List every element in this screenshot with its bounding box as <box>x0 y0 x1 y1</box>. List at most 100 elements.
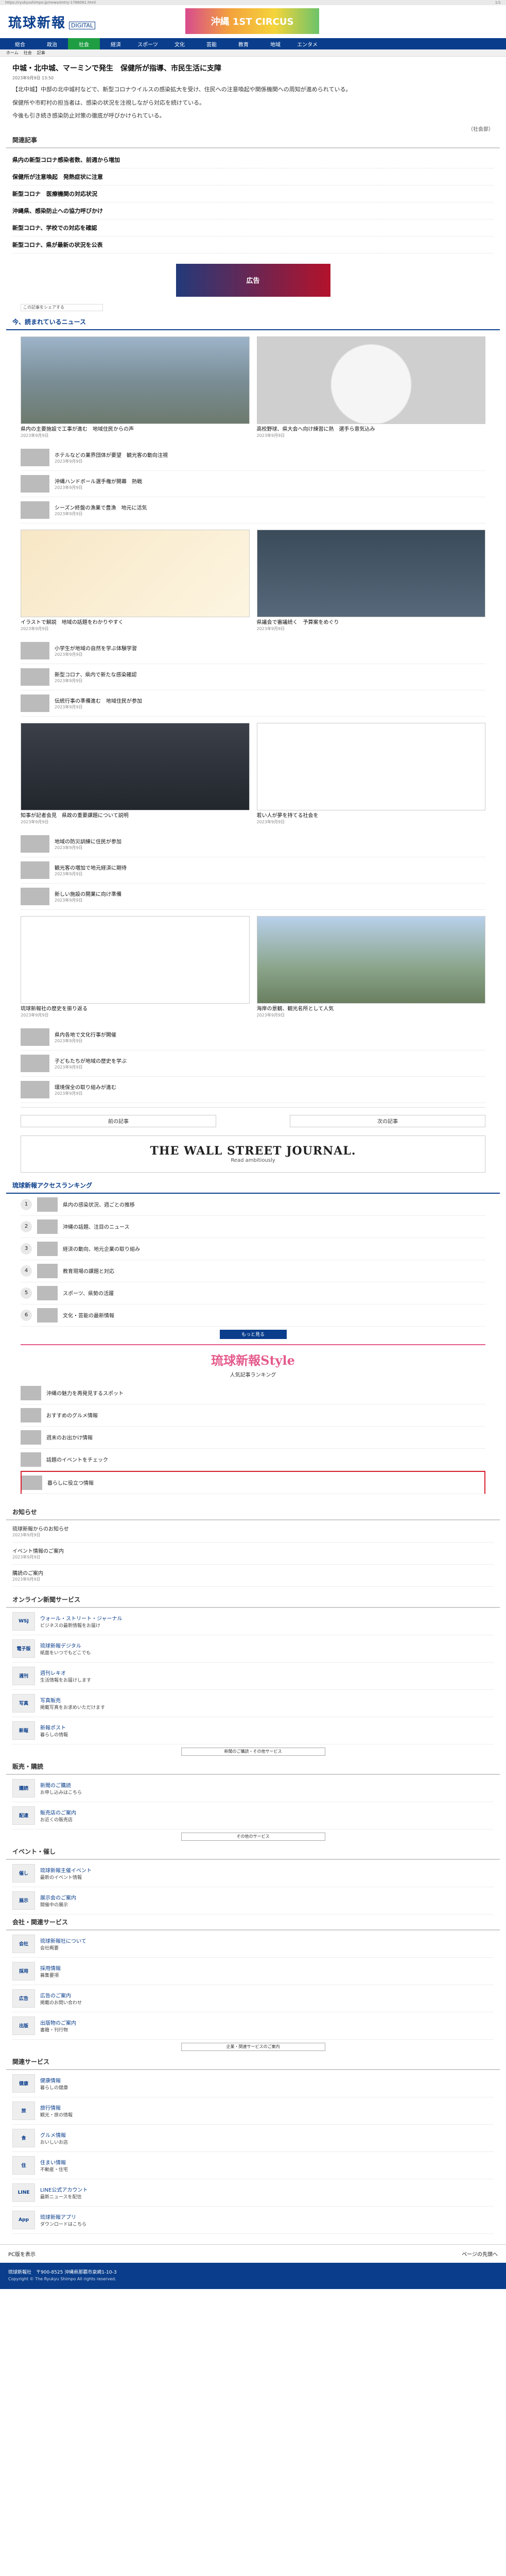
category-button[interactable]: その他のサービス <box>181 1832 325 1841</box>
news-card[interactable]: 県議会で審議続く 予算案をめぐり 2023年9月9日 <box>256 529 485 632</box>
service-item[interactable]: WSJ ウォール・ストリート・ジャーナル ビジネスの最新情報をお届け <box>12 1608 494 1635</box>
service-item[interactable]: 電子版 琉球新報デジタル 紙面をいつでもどこでも <box>12 1635 494 1663</box>
list-item[interactable]: 環境保全の取り組みが進む 2023年9月9日 <box>21 1077 485 1103</box>
wsj-banner[interactable]: THE WALL STREET JOURNAL. Read ambitiousl… <box>21 1135 485 1173</box>
style-item[interactable]: 話題のイベントをチェック <box>21 1449 485 1471</box>
list-date: 2023年9月9日 <box>55 845 83 850</box>
news-card[interactable]: 高校野球、県大会へ向け練習に熱 選手ら意気込み 2023年9月9日 <box>256 336 485 438</box>
site-header: 琉球新報 DIGITAL 沖縄 1ST CIRCUS <box>0 5 506 38</box>
list-item[interactable]: 新しい施設の開業に向け準備 2023年9月9日 <box>21 884 485 910</box>
card-grid: 知事が記者会見 県政の重要課題について説明 2023年9月9日 若い人が夢を持てる社… <box>0 717 506 831</box>
list-item[interactable]: 子どもたちが地域の歴史を学ぶ 2023年9月9日 <box>21 1050 485 1077</box>
list-item[interactable]: 地域の防災訓練に住民が参加 2023年9月9日 <box>21 831 485 857</box>
service-item[interactable]: 旅旅行情報 観光・旅の情報 <box>12 2097 494 2125</box>
prev-article-button[interactable]: 前の記事 <box>21 1114 216 1127</box>
related-link[interactable]: 沖縄県、感染防止への協力呼びかけ <box>12 202 494 219</box>
rank-number: 1 <box>21 1198 32 1210</box>
service-item[interactable]: 配達 販売店のご案内 お近くの販売店 <box>12 1802 494 1829</box>
service-title: 出版物のご案内 <box>40 2020 76 2026</box>
service-logo: 食 <box>12 2128 35 2147</box>
category-button[interactable]: 企業・関連サービスのご案内 <box>181 2042 325 2051</box>
service-item[interactable]: 広告 広告のご案内 掲載のお問い合わせ <box>12 1985 494 2012</box>
notice-item[interactable]: 購読のご案内 2023年9月9日 <box>12 1565 494 1587</box>
style-logo[interactable]: 琉球新報Style <box>21 1350 485 1368</box>
service-item[interactable]: 会社 琉球新報社について 会社概要 <box>12 1930 494 1958</box>
nav-item[interactable]: 政治 <box>36 38 68 49</box>
list-item[interactable]: 小学生が地域の自然を学ぶ体験学習 2023年9月9日 <box>21 638 485 664</box>
breadcrumb-item[interactable]: 記事 <box>37 50 45 56</box>
nav-item[interactable]: 経済 <box>100 38 132 49</box>
service-item[interactable]: 新報 新報ポスト 暮らしの情報 <box>12 1717 494 1744</box>
related-link[interactable]: 県内の新型コロナ感染者数、前週から増加 <box>12 151 494 168</box>
pc-view-link[interactable]: PC版を表示 <box>8 2250 36 2258</box>
service-item[interactable]: 食グルメ情報 おいしいお店 <box>12 2125 494 2152</box>
ranking-item[interactable]: 3 経済の動向、地元企業の取り組み <box>21 1238 485 1260</box>
service-item[interactable]: 住住まい情報 不動産・住宅 <box>12 2152 494 2179</box>
service-item[interactable]: 写真 写真販売 掲載写真をお求めいただけます <box>12 1690 494 1717</box>
list-title: 地域の防災訓練に住民が参加 <box>55 839 121 845</box>
ranking-item[interactable]: 2 沖縄の話題、注目のニュース <box>21 1216 485 1238</box>
related-link[interactable]: 新型コロナ、県が最新の状況を公表 <box>12 236 494 253</box>
service-item[interactable]: 採用 採用情報 募集要項 <box>12 1958 494 1985</box>
breadcrumb-item[interactable]: 社会 <box>24 50 32 56</box>
related-link[interactable]: 新型コロナ 医療機関の対応状況 <box>12 185 494 202</box>
service-item[interactable]: 購読 新聞のご購読 お申し込みはこちら <box>12 1775 494 1802</box>
more-button[interactable]: もっと見る <box>219 1329 287 1339</box>
list-item[interactable]: シーズン終盤の漁業で豊漁 地元に活気 2023年9月9日 <box>21 497 485 523</box>
service-item[interactable]: 健康 健康情報 暮らしの健康 <box>12 2070 494 2097</box>
news-card[interactable]: イラストで解説 地域の話題をわかりやすく 2023年9月9日 <box>21 529 250 632</box>
nav-item[interactable]: 芸能 <box>196 38 228 49</box>
service-item[interactable]: 展示 展示会のご案内 開催中の展示 <box>12 1887 494 1914</box>
list-date: 2023年9月9日 <box>55 652 83 657</box>
service-item[interactable]: 出版 出版物のご案内 書籍・刊行物 <box>12 2012 494 2040</box>
related-link[interactable]: 新型コロナ、学校での対応を確認 <box>12 219 494 236</box>
nav-item[interactable]: エンタメ <box>291 38 323 49</box>
related-link[interactable]: 保健所が注意喚起 発熱症状に注意 <box>12 168 494 185</box>
nav-item[interactable]: 教育 <box>228 38 259 49</box>
ranking-item[interactable]: 4 教育現場の課題と対応 <box>21 1260 485 1282</box>
style-item[interactable]: 暮らしに役立つ情報 <box>21 1470 485 1494</box>
news-card[interactable]: 琉球新報社の歴史を振り返る 2023年9月9日 <box>21 916 250 1018</box>
list-item[interactable]: 県内各地で文化行事が開催 2023年9月9日 <box>21 1024 485 1050</box>
service-item[interactable]: 週刊 週刊レキオ 生活情報をお届けします <box>12 1663 494 1690</box>
nav-item[interactable]: 文化 <box>164 38 196 49</box>
banner-ad[interactable]: 広告 <box>176 263 330 297</box>
service-item[interactable]: LINE LINE公式アカウント 最新ニュースを配信 <box>12 2179 494 2207</box>
style-item[interactable]: 沖縄の魅力を再発見するスポット <box>21 1382 485 1404</box>
related-title: 関連記事 <box>6 132 500 148</box>
nav-item[interactable]: 総合 <box>4 38 36 49</box>
news-card[interactable]: 県内の主要施設で工事が進む 地域住民からの声 2023年9月9日 <box>21 336 250 438</box>
notice-item[interactable]: イベント情報のご案内 2023年9月9日 <box>12 1543 494 1565</box>
list-item[interactable]: 伝統行事の準備進む 地域住民が参加 2023年9月9日 <box>21 690 485 717</box>
share-box[interactable]: この記事をシェアする <box>21 303 103 311</box>
news-card[interactable]: 海岸の景観、観光名所として人気 2023年9月9日 <box>256 916 485 1018</box>
service-item[interactable]: App 琉球新報アプリ ダウンロードはこちら <box>12 2207 494 2234</box>
list-item[interactable]: ホテルなどの業界団体が要望 観光客の動向注視 2023年9月9日 <box>21 445 485 471</box>
news-card[interactable]: 若い人が夢を持てる社会を 2023年9月9日 <box>256 722 485 825</box>
next-article-button[interactable]: 次の記事 <box>290 1114 485 1127</box>
style-item[interactable]: 週末のお出かけ情報 <box>21 1427 485 1449</box>
nav-item[interactable]: スポーツ <box>132 38 164 49</box>
site-logo[interactable]: 琉球新報 DIGITAL <box>8 12 96 31</box>
list-item[interactable]: 沖縄ハンドボール選手権が開幕 熱戦 2023年9月9日 <box>21 471 485 497</box>
header-ad-banner[interactable]: 沖縄 1ST CIRCUS <box>185 8 319 34</box>
ranking-item[interactable]: 1 県内の感染状況、週ごとの推移 <box>21 1194 485 1216</box>
ranking-item[interactable]: 6 文化・芸能の最新情報 <box>21 1304 485 1327</box>
ranking-item[interactable]: 5 スポーツ、県勢の活躍 <box>21 1282 485 1304</box>
breadcrumb-item[interactable]: ホーム <box>6 50 19 56</box>
notice-item[interactable]: 琉球新報からのお知らせ 2023年9月9日 <box>12 1520 494 1543</box>
card-grid: 県内の主要施設で工事が進む 地域住民からの声 2023年9月9日 高校野球、県大会へ… <box>0 330 506 445</box>
page-top-link[interactable]: ページの先頭へ <box>462 2250 498 2258</box>
ranking-title: スポーツ、県勢の活躍 <box>63 1291 114 1297</box>
list-item[interactable]: 観光客の増加で地元経済に期待 2023年9月9日 <box>21 857 485 884</box>
service-title: グルメ情報 <box>40 2132 66 2139</box>
online-title: オンライン新聞サービス <box>6 1592 500 1608</box>
category-button[interactable]: 新聞のご購読・その他サービス <box>181 1747 325 1756</box>
list-item[interactable]: 新型コロナ、県内で新たな感染確認 2023年9月9日 <box>21 664 485 690</box>
recommend-title: 今、読まれているニュース <box>6 314 500 330</box>
nav-item[interactable]: 社会 <box>68 38 100 49</box>
style-item[interactable]: おすすめのグルメ情報 <box>21 1404 485 1427</box>
service-item[interactable]: 催し 琉球新報主催イベント 最新のイベント情報 <box>12 1860 494 1887</box>
news-card[interactable]: 知事が記者会見 県政の重要課題について説明 2023年9月9日 <box>21 722 250 825</box>
nav-item[interactable]: 地域 <box>259 38 291 49</box>
